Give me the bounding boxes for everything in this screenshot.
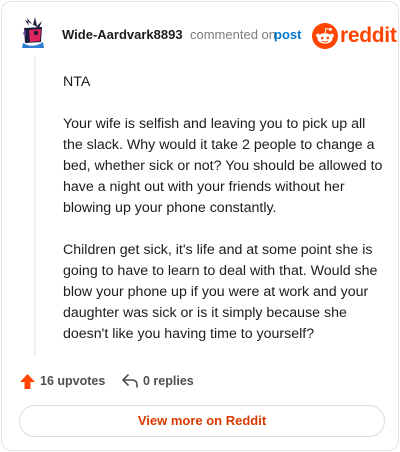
- reddit-logo[interactable]: reddit: [312, 22, 397, 50]
- reddit-comment-card: Wide-Aardvark8893 commented on post redd…: [1, 1, 399, 451]
- thread-line: [34, 56, 36, 356]
- comment-header: Wide-Aardvark8893 commented on post redd…: [2, 2, 400, 66]
- upvote-count: 16 upvotes: [40, 374, 106, 388]
- comment-body: NTA Your wife is selfish and leaving you…: [63, 72, 383, 366]
- upvote-arrow-icon[interactable]: [19, 373, 36, 390]
- avatar[interactable]: [20, 16, 46, 48]
- comment-paragraph: NTA: [63, 74, 91, 90]
- comment-paragraph: Your wife is selfish and leaving you to …: [63, 116, 383, 216]
- reply-count[interactable]: 0 replies: [143, 374, 194, 388]
- view-more-on-reddit-button[interactable]: View more on Reddit: [19, 405, 385, 437]
- commented-on-label: commented on: [190, 27, 276, 42]
- comment-paragraph: Children get sick, it's life and at some…: [63, 242, 378, 342]
- reddit-logo-text: reddit: [340, 24, 397, 47]
- reply-arrow-icon[interactable]: [121, 373, 139, 389]
- post-link[interactable]: post: [274, 27, 301, 42]
- reddit-snoo-icon: [312, 23, 338, 49]
- comment-footer: 16 upvotes 0 replies: [2, 368, 400, 398]
- comment-author[interactable]: Wide-Aardvark8893: [62, 27, 183, 42]
